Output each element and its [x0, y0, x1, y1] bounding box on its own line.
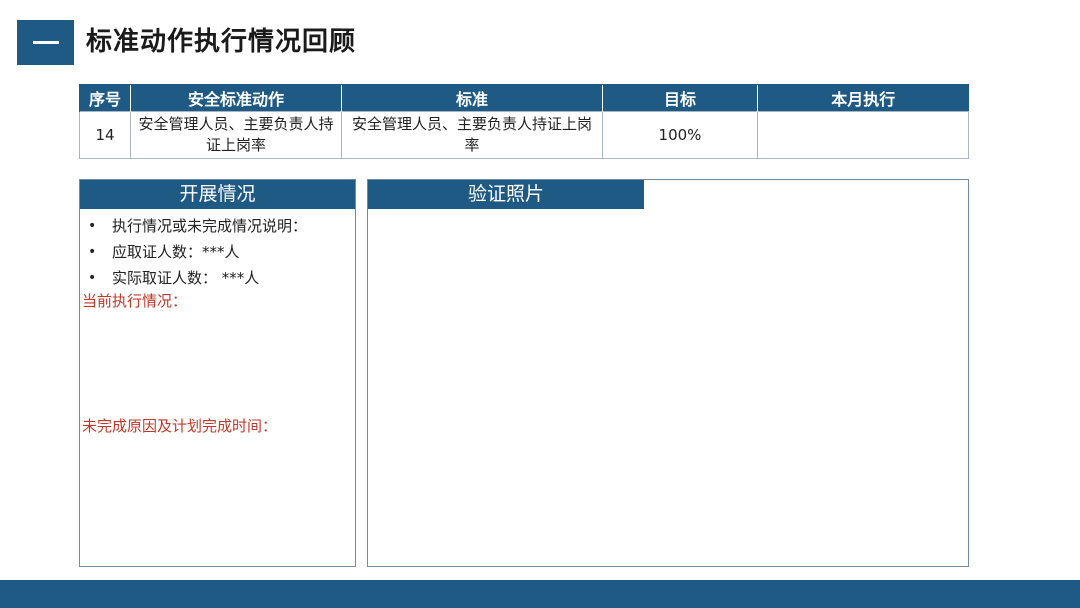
verification-photo-title: 验证照片 — [368, 180, 644, 209]
cell-standard: 安全管理人员、主要负责人持证上岗率 — [341, 111, 603, 159]
cell-index: 14 — [79, 111, 131, 159]
verification-photo-panel: 验证照片 — [367, 179, 969, 567]
section-badge — [17, 20, 74, 65]
standard-action-table: 序号 安全标准动作 标准 目标 本月执行 14 安全管理人员、主要负责人持证上岗… — [79, 84, 969, 159]
list-item: • 执行情况或未完成情况说明： — [80, 213, 355, 239]
cell-target: 100% — [602, 111, 758, 159]
footer-bar — [0, 580, 1080, 608]
col-header-index: 序号 — [79, 84, 131, 112]
progress-panel: 开展情况 • 执行情况或未完成情况说明： • 应取证人数：***人 • 实际取证人数：… — [79, 179, 356, 567]
col-header-standard: 标准 — [341, 84, 603, 112]
page-title: 标准动作执行情况回顾 — [86, 27, 357, 57]
cell-monthly-execution — [757, 111, 969, 159]
current-status-label: 当前执行情况： — [82, 292, 188, 310]
bullet-icon: • — [88, 244, 97, 260]
col-header-monthly-execution: 本月执行 — [757, 84, 969, 112]
col-header-action: 安全标准动作 — [130, 84, 342, 112]
table-header-row: 序号 安全标准动作 标准 目标 本月执行 — [79, 84, 969, 112]
col-header-target: 目标 — [602, 84, 758, 112]
list-item: • 应取证人数：***人 — [80, 239, 355, 265]
incomplete-reason-label: 未完成原因及计划完成时间： — [82, 417, 278, 435]
progress-bullet-list: • 执行情况或未完成情况说明： • 应取证人数：***人 • 实际取证人数： ***人 — [80, 213, 355, 291]
table-row: 14 安全管理人员、主要负责人持证上岗率 安全管理人员、主要负责人持证上岗率 1… — [79, 111, 969, 159]
cell-action: 安全管理人员、主要负责人持证上岗率 — [130, 111, 342, 159]
dash-icon — [32, 41, 59, 44]
bullet-icon: • — [88, 218, 97, 234]
progress-panel-title: 开展情况 — [80, 180, 355, 209]
